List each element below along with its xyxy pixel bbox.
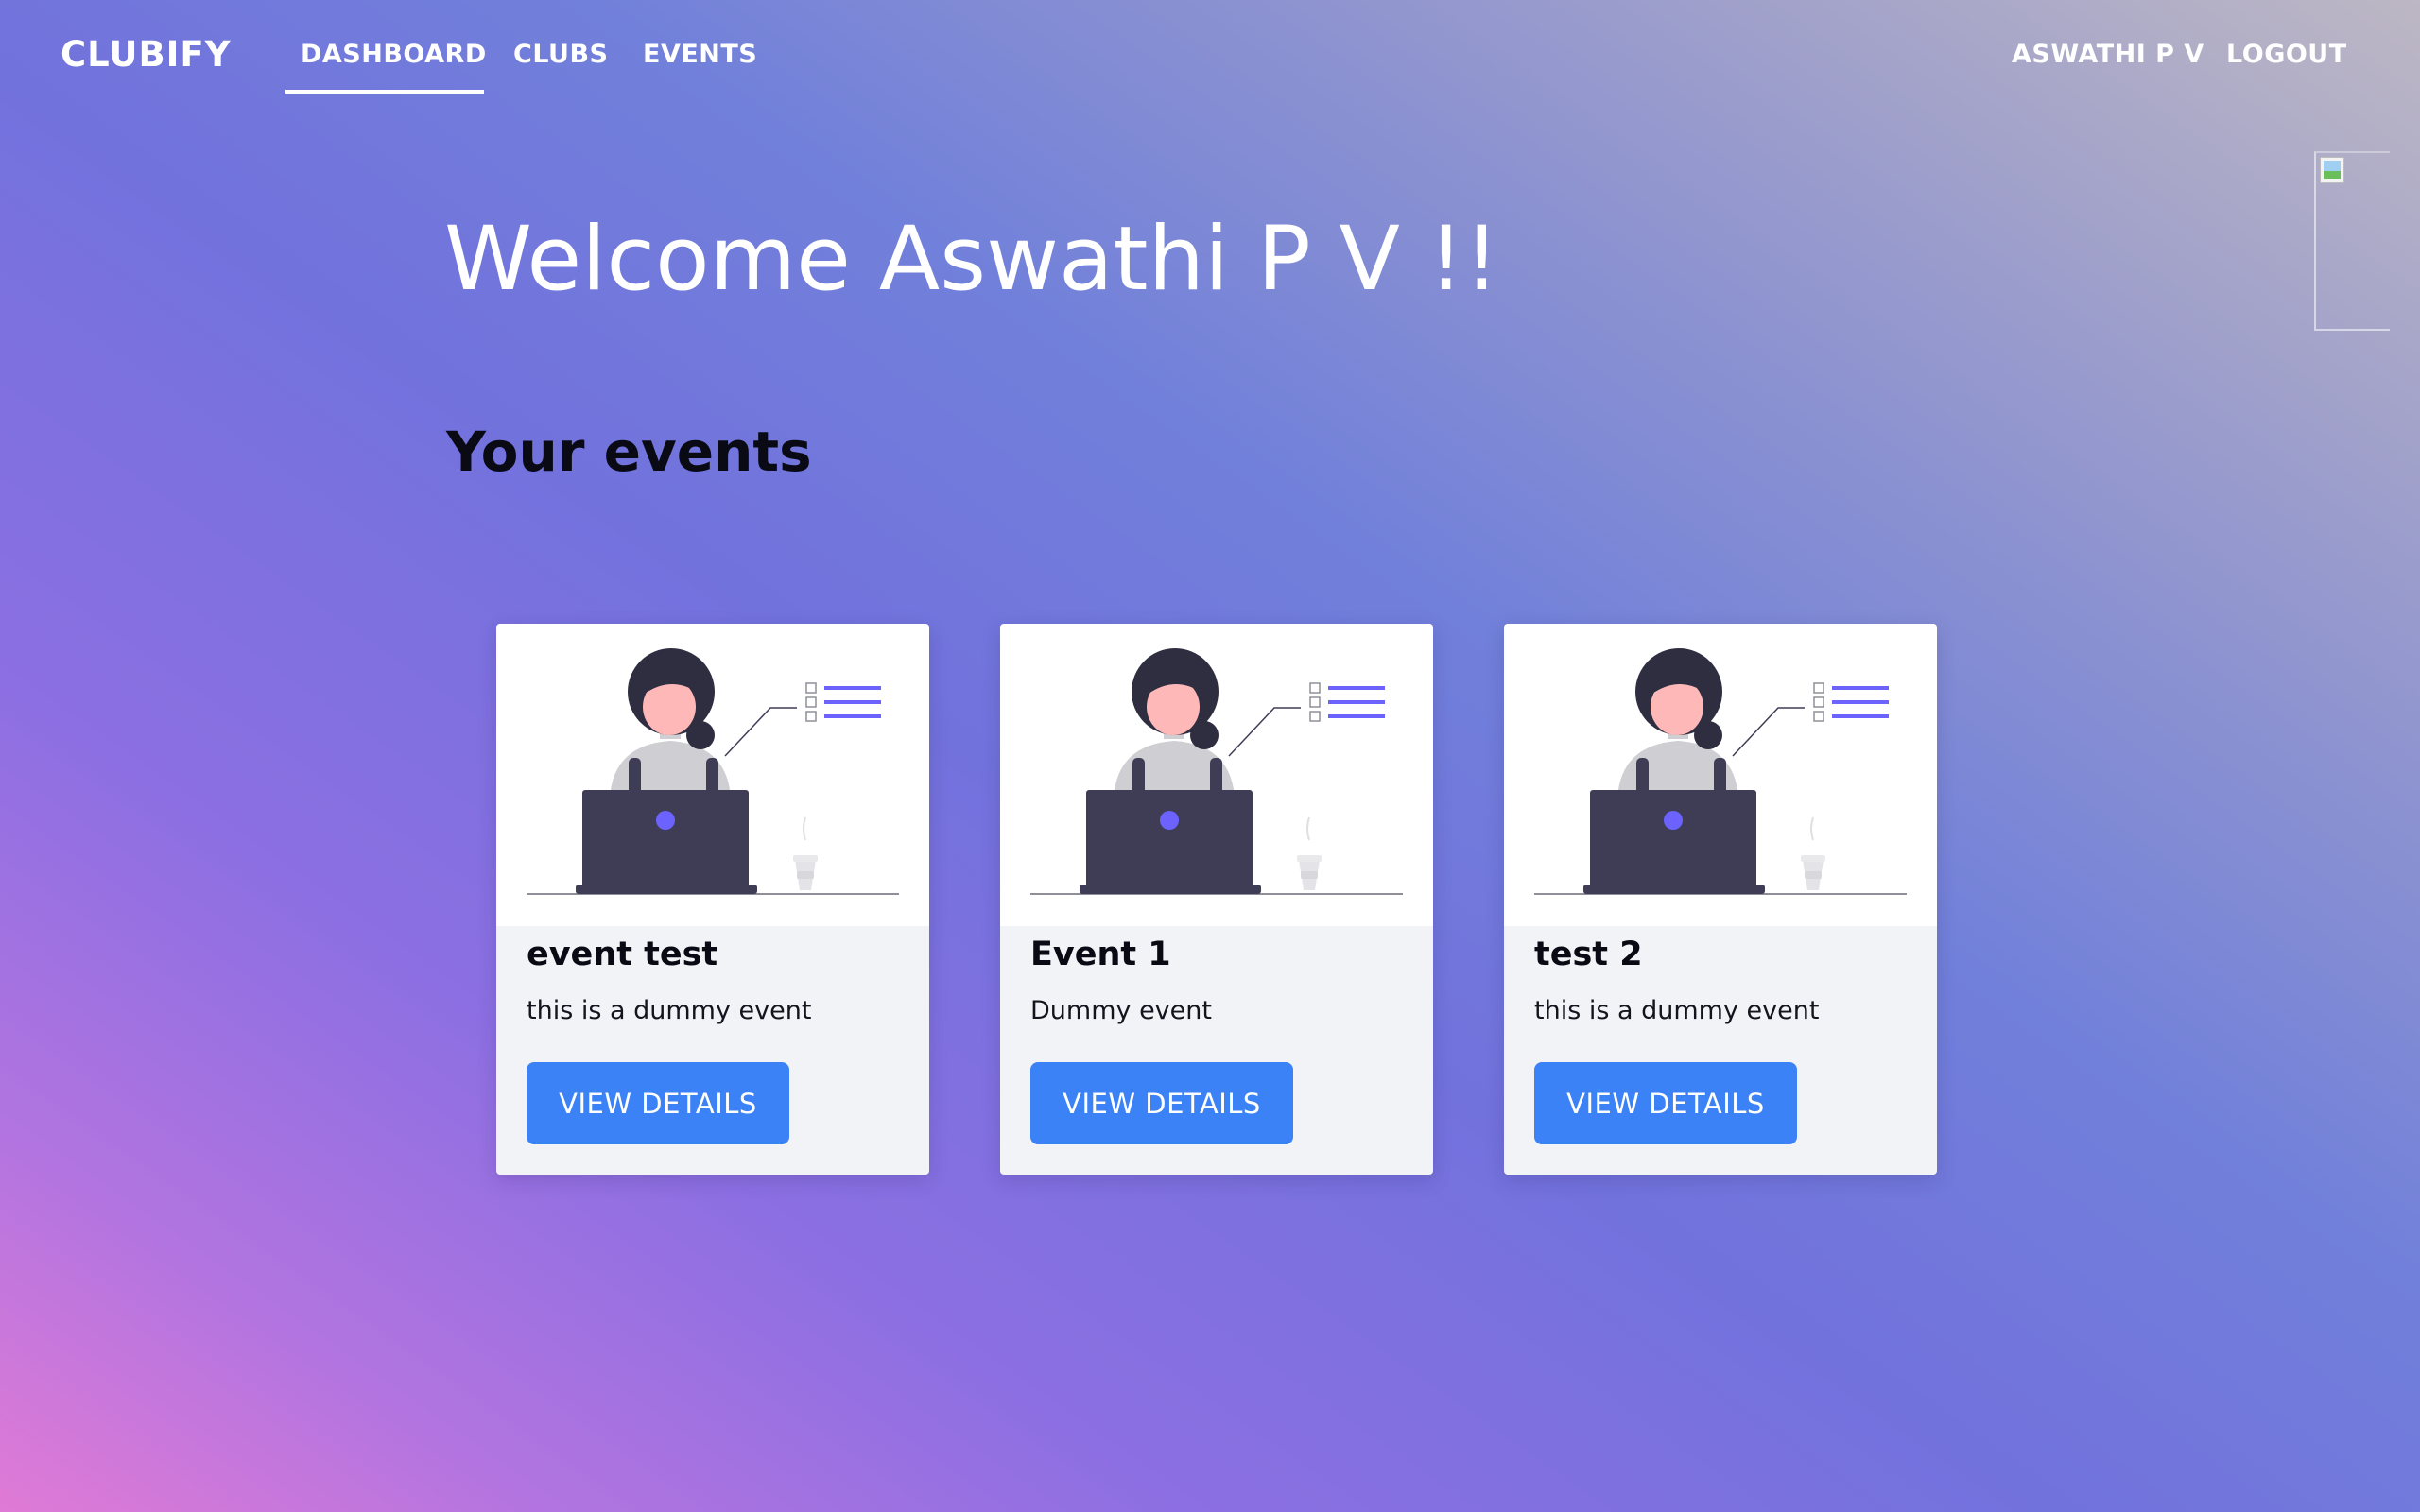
event-card-description: this is a dummy event <box>1534 996 1820 1025</box>
person-at-laptop-illustration <box>1000 624 1433 926</box>
event-card-description: Dummy event <box>1030 996 1212 1025</box>
event-card: Event 1 Dummy event VIEW DETAILS <box>1000 624 1433 1175</box>
event-card-title: event test <box>527 936 718 973</box>
nav-dashboard-link[interactable]: DASHBOARD <box>301 40 487 69</box>
event-card-title: test 2 <box>1534 936 1643 973</box>
broken-image-icon <box>2320 157 2344 183</box>
view-details-button[interactable]: VIEW DETAILS <box>527 1062 789 1144</box>
person-at-laptop-illustration <box>496 624 929 926</box>
nav-user-link[interactable]: ASWATHI P V <box>2012 40 2204 69</box>
event-card: test 2 this is a dummy event VIEW DETAIL… <box>1504 624 1937 1175</box>
view-details-button[interactable]: VIEW DETAILS <box>1534 1062 1797 1144</box>
broken-image <box>2314 151 2390 331</box>
active-tab-underline <box>285 90 484 94</box>
brand-logo[interactable]: CLUBIFY <box>60 34 232 75</box>
nav-events-link[interactable]: EVENTS <box>643 40 757 69</box>
event-card: event test this is a dummy event VIEW DE… <box>496 624 929 1175</box>
logout-link[interactable]: LOGOUT <box>2226 40 2347 69</box>
your-events-heading: Your events <box>446 420 812 484</box>
top-navbar: CLUBIFY DASHBOARD CLUBS EVENTS ASWATHI P… <box>0 0 2420 113</box>
view-details-button[interactable]: VIEW DETAILS <box>1030 1062 1293 1144</box>
welcome-heading: Welcome Aswathi P V !! <box>444 208 1500 311</box>
person-at-laptop-illustration <box>1504 624 1937 926</box>
nav-clubs-link[interactable]: CLUBS <box>513 40 609 69</box>
event-card-description: this is a dummy event <box>527 996 812 1025</box>
event-card-title: Event 1 <box>1030 936 1171 973</box>
